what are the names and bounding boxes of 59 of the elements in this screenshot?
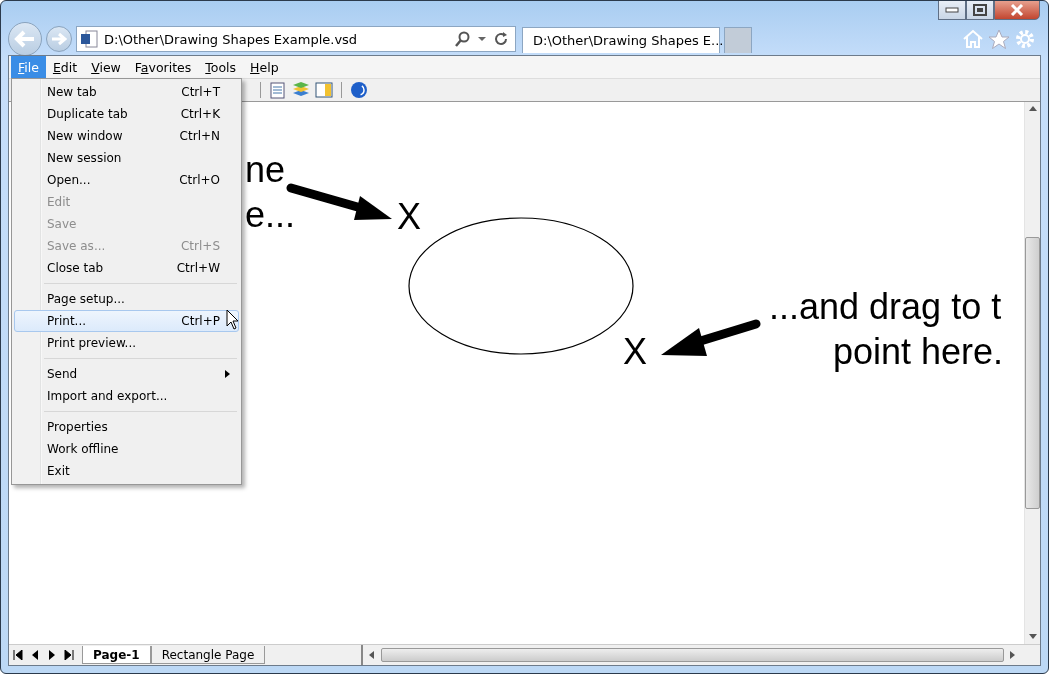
browser-tab[interactable]: D:\Other\Drawing Shapes E... xyxy=(522,27,720,53)
last-page-icon[interactable] xyxy=(64,650,74,660)
page-tab[interactable]: Page-1 xyxy=(82,646,151,664)
menu-item[interactable]: Import and export... xyxy=(14,385,239,407)
vertical-scrollbar[interactable] xyxy=(1024,102,1040,644)
back-arrow-icon xyxy=(14,30,36,48)
maximize-icon xyxy=(973,4,987,16)
address-text: D:\Other\Drawing Shapes Example.vsd xyxy=(104,31,359,47)
scroll-down-icon[interactable] xyxy=(1028,634,1037,640)
previous-page-icon[interactable] xyxy=(30,650,40,660)
back-button[interactable] xyxy=(8,22,42,56)
star-icon[interactable] xyxy=(988,29,1010,49)
next-page-icon[interactable] xyxy=(47,650,57,660)
menu-item[interactable]: Properties xyxy=(14,416,239,438)
forward-arrow-icon xyxy=(51,32,67,46)
menu-item[interactable]: Open... Ctrl+O xyxy=(14,169,239,191)
scroll-thumb[interactable] xyxy=(381,648,1004,662)
page-tab[interactable]: Rectangle Page xyxy=(150,646,266,664)
layers-icon[interactable] xyxy=(292,81,310,99)
menu-item[interactable]: Print... Ctrl+P xyxy=(14,310,239,332)
menu-item[interactable]: Exit xyxy=(14,460,239,482)
document-icon xyxy=(80,30,98,48)
menu-bar-item[interactable]: Help xyxy=(243,56,286,78)
canvas-text: X xyxy=(397,197,421,237)
panel-icon[interactable] xyxy=(315,81,333,99)
menu-bar-item[interactable]: Favorites xyxy=(127,56,199,78)
menu-item[interactable]: Close tab Ctrl+W xyxy=(14,257,239,279)
scroll-left-icon[interactable] xyxy=(369,651,376,659)
canvas-text: ...and drag to t xyxy=(769,287,1002,327)
scroll-right-icon[interactable] xyxy=(1010,651,1016,659)
canvas-text: point here. xyxy=(831,332,1003,372)
canvas-text: e... xyxy=(245,195,296,235)
maximize-button[interactable] xyxy=(966,1,994,20)
first-page-icon[interactable] xyxy=(13,650,23,660)
submenu-arrow-icon xyxy=(225,370,230,378)
minimize-icon xyxy=(945,7,959,13)
menu-item[interactable]: Work offline xyxy=(14,438,239,460)
close-button[interactable] xyxy=(994,1,1040,20)
dropdown-icon[interactable] xyxy=(477,36,487,42)
scroll-up-icon[interactable] xyxy=(1028,106,1037,112)
menu-item[interactable]: Page setup... xyxy=(14,288,239,310)
canvas-text: X xyxy=(623,332,647,372)
menu-bar-item[interactable]: Tools xyxy=(198,56,244,78)
minimize-button[interactable] xyxy=(938,1,966,20)
menu-bar-item[interactable]: View xyxy=(84,56,128,78)
mouse-cursor-icon xyxy=(226,309,240,331)
close-icon xyxy=(1010,4,1024,16)
menu-item[interactable]: Duplicate tab Ctrl+K xyxy=(14,103,239,125)
menu-item[interactable]: New session xyxy=(14,147,239,169)
address-bar[interactable]: D:\Other\Drawing Shapes Example.vsd xyxy=(76,26,516,52)
menu-item[interactable]: Print preview... xyxy=(14,332,239,354)
canvas-text: ne xyxy=(245,150,286,190)
menu-item[interactable]: New window Ctrl+N xyxy=(14,125,239,147)
help-icon[interactable] xyxy=(350,81,368,99)
menu-item[interactable]: Send xyxy=(14,363,239,385)
search-icon[interactable] xyxy=(455,31,471,47)
scroll-thumb[interactable] xyxy=(1025,237,1040,509)
refresh-icon[interactable] xyxy=(493,31,509,47)
menu-bar-item[interactable]: Edit xyxy=(45,56,85,78)
